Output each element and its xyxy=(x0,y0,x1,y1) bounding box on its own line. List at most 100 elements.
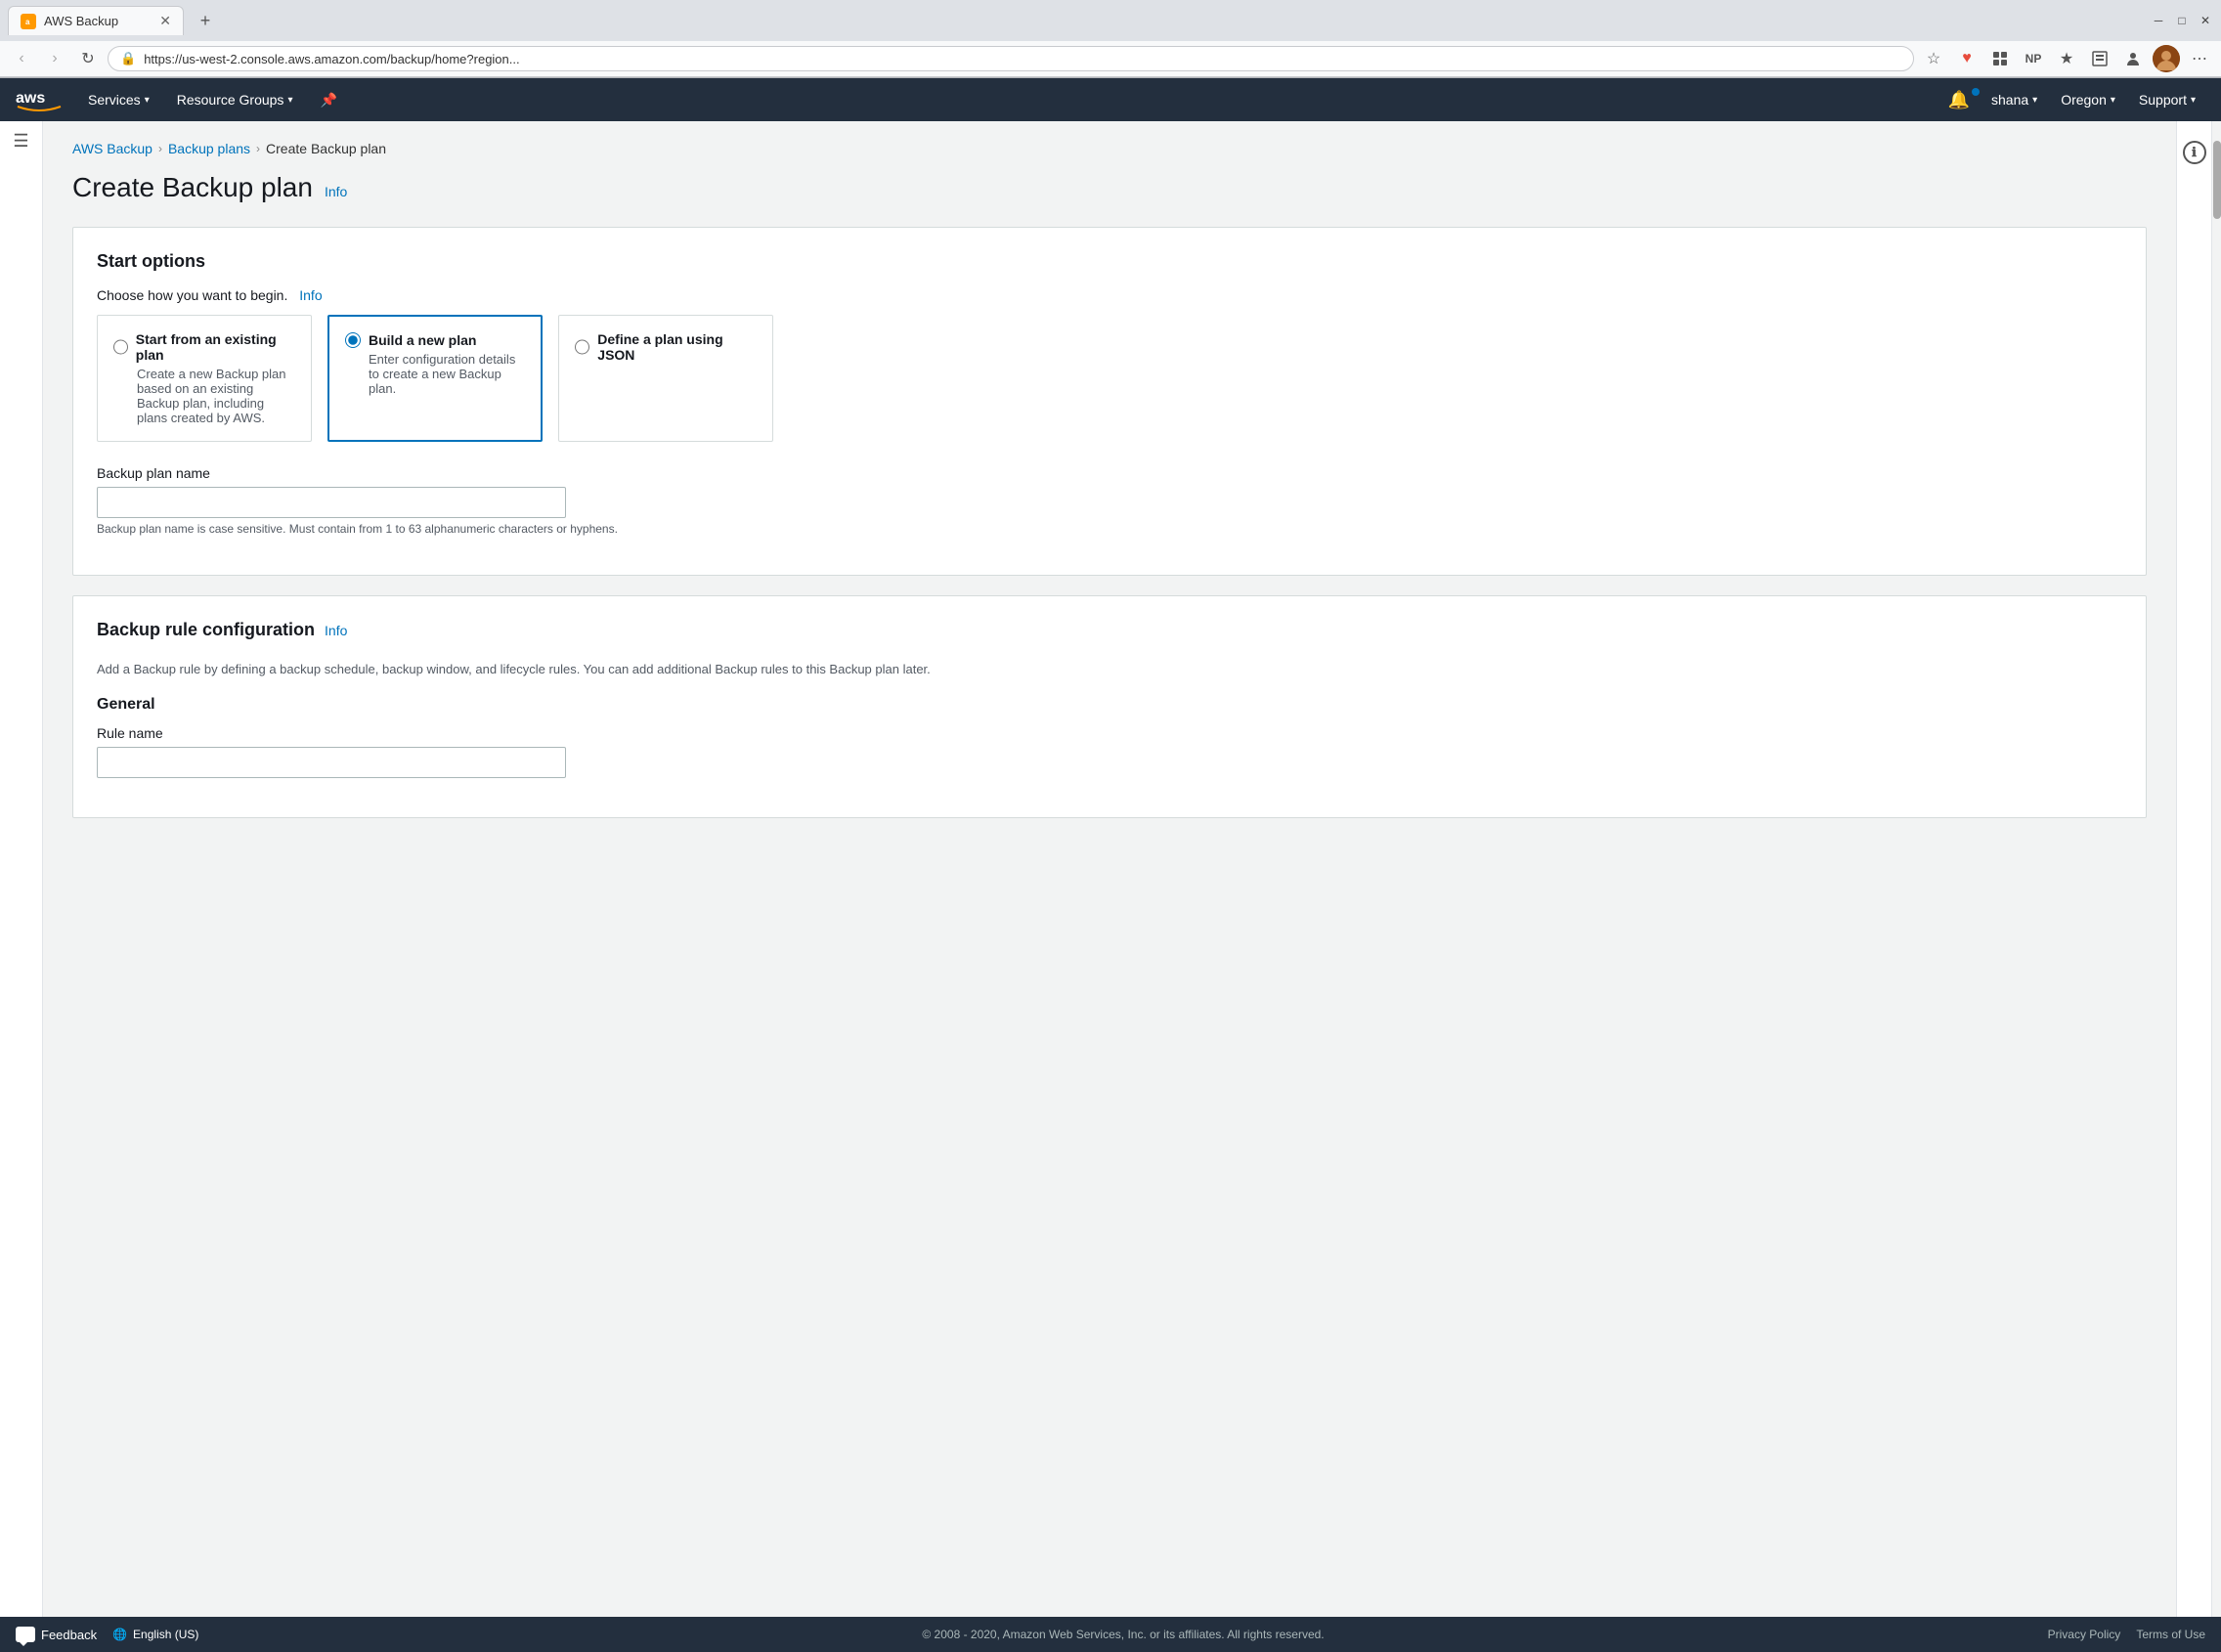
bell-icon: 🔔 xyxy=(1948,90,1970,110)
aws-logo[interactable]: aws xyxy=(16,85,63,114)
page-title-row: Create Backup plan Info xyxy=(72,172,2147,203)
extensions-button[interactable] xyxy=(1986,45,2014,72)
user-avatar[interactable] xyxy=(2153,45,2180,72)
tab-close-button[interactable]: ✕ xyxy=(159,13,171,29)
collections-button[interactable] xyxy=(2086,45,2113,72)
radio-new-desc: Enter configuration details to create a … xyxy=(369,352,525,396)
radio-json-input[interactable] xyxy=(575,339,589,355)
plan-name-hint: Backup plan name is case sensitive. Must… xyxy=(97,522,2122,536)
browser-tab[interactable]: a AWS Backup ✕ xyxy=(8,6,184,35)
nav-support[interactable]: Support ▾ xyxy=(2129,78,2205,121)
new-tab-button[interactable]: + xyxy=(192,7,219,34)
browser-titlebar: a AWS Backup ✕ + ─ □ ✕ xyxy=(0,0,2221,41)
tab-title: AWS Backup xyxy=(44,14,152,28)
choose-info-link[interactable]: Info xyxy=(299,287,322,303)
footer: Feedback 🌐 English (US) © 2008 - 2020, A… xyxy=(0,1617,2221,1652)
scrollbar-thumb[interactable] xyxy=(2213,141,2221,219)
back-button[interactable]: ‹ xyxy=(8,45,35,72)
breadcrumb-current: Create Backup plan xyxy=(266,141,386,156)
page-title: Create Backup plan xyxy=(72,172,313,203)
footer-copyright: © 2008 - 2020, Amazon Web Services, Inc.… xyxy=(198,1628,2047,1641)
favorites-button[interactable]: ★ xyxy=(2053,45,2080,72)
bell-container[interactable]: 🔔 xyxy=(1940,90,1978,110)
sidebar: ☰ xyxy=(0,121,43,1617)
nav-services[interactable]: Services ▾ xyxy=(78,78,159,121)
radio-existing-desc: Create a new Backup plan based on an exi… xyxy=(137,367,295,425)
notification-dot xyxy=(1972,88,1980,96)
browser-actions: ☆ ♥ NP ★ xyxy=(1920,45,2213,72)
general-title: General xyxy=(97,696,2122,714)
main-content: AWS Backup › Backup plans › Create Backu… xyxy=(43,121,2176,1617)
lock-icon: 🔒 xyxy=(120,51,136,66)
nav-pin[interactable]: 📌 xyxy=(310,78,346,121)
page-wrapper: ☰ AWS Backup › Backup plans › Create Bac… xyxy=(0,121,2221,1617)
breadcrumb-sep-1: › xyxy=(158,142,162,155)
radio-existing-plan[interactable]: Start from an existing plan Create a new… xyxy=(97,315,312,442)
browser-chrome: a AWS Backup ✕ + ─ □ ✕ ‹ › ↻ 🔒 ☆ ♥ xyxy=(0,0,2221,78)
support-chevron-icon: ▾ xyxy=(2191,95,2196,106)
breadcrumb-backup-plans[interactable]: Backup plans xyxy=(168,141,250,156)
svg-text:a: a xyxy=(25,18,30,26)
breadcrumb-aws-backup[interactable]: AWS Backup xyxy=(72,141,152,156)
radio-existing-input[interactable] xyxy=(113,339,128,355)
maximize-button[interactable]: □ xyxy=(2174,13,2190,28)
nav-resource-groups[interactable]: Resource Groups ▾ xyxy=(167,78,303,121)
globe-icon: 🌐 xyxy=(112,1628,127,1641)
right-panel: ℹ xyxy=(2176,121,2211,1617)
plan-name-group: Backup plan name Backup plan name is cas… xyxy=(97,465,2122,536)
footer-right: Privacy Policy Terms of Use xyxy=(2048,1628,2205,1641)
scrollbar[interactable] xyxy=(2211,121,2221,1617)
plan-name-input[interactable] xyxy=(97,487,566,518)
plan-name-label: Backup plan name xyxy=(97,465,2122,481)
nav-right: 🔔 shana ▾ Oregon ▾ Support ▾ xyxy=(1940,78,2205,121)
backup-rule-info-link[interactable]: Info xyxy=(325,623,347,638)
nav-user[interactable]: shana ▾ xyxy=(1981,78,2047,121)
radio-new-plan[interactable]: Build a new plan Enter configuration det… xyxy=(327,315,543,442)
start-options-card: Start options Choose how you want to beg… xyxy=(72,227,2147,576)
forward-button[interactable]: › xyxy=(41,45,68,72)
rule-name-input[interactable] xyxy=(97,747,566,778)
breadcrumb: AWS Backup › Backup plans › Create Backu… xyxy=(72,141,2147,156)
footer-left: Feedback 🌐 English (US) xyxy=(16,1627,198,1642)
start-options-title: Start options xyxy=(97,251,2122,272)
feedback-button[interactable]: Feedback xyxy=(16,1627,97,1642)
radio-existing-label: Start from an existing plan xyxy=(136,331,295,363)
radio-json-label: Define a plan using JSON xyxy=(597,331,757,363)
hamburger-menu[interactable]: ☰ xyxy=(13,131,28,152)
page-info-link[interactable]: Info xyxy=(325,184,347,199)
services-chevron-icon: ▾ xyxy=(145,95,150,106)
backup-rule-title: Backup rule configuration xyxy=(97,620,315,640)
backup-rule-card: Backup rule configuration Info Add a Bac… xyxy=(72,595,2147,818)
close-button[interactable]: ✕ xyxy=(2198,13,2213,28)
info-circle-icon[interactable]: ℹ xyxy=(2183,141,2206,164)
tab-favicon: a xyxy=(21,14,36,29)
svg-text:aws: aws xyxy=(16,90,45,107)
nav-region[interactable]: Oregon ▾ xyxy=(2051,78,2125,121)
radio-options: Start from an existing plan Create a new… xyxy=(97,315,2122,442)
radio-json-plan[interactable]: Define a plan using JSON xyxy=(558,315,773,442)
terms-link[interactable]: Terms of Use xyxy=(2136,1628,2205,1641)
backup-rule-desc: Add a Backup rule by defining a backup s… xyxy=(97,662,2122,676)
user-chevron-icon: ▾ xyxy=(2032,95,2037,106)
resource-groups-chevron-icon: ▾ xyxy=(287,95,292,106)
pin-icon: 📌 xyxy=(320,92,336,109)
region-chevron-icon: ▾ xyxy=(2111,95,2115,106)
profile-button[interactable] xyxy=(2119,45,2147,72)
rule-name-group: Rule name xyxy=(97,725,2122,778)
radio-new-label: Build a new plan xyxy=(369,332,476,348)
language-selector[interactable]: 🌐 English (US) xyxy=(112,1628,198,1641)
heart-icon[interactable]: ♥ xyxy=(1953,45,1981,72)
address-bar[interactable]: 🔒 xyxy=(108,46,1914,71)
url-input[interactable] xyxy=(144,52,1901,66)
privacy-link[interactable]: Privacy Policy xyxy=(2048,1628,2121,1641)
breadcrumb-sep-2: › xyxy=(256,142,260,155)
radio-new-input[interactable] xyxy=(345,332,361,348)
rule-name-label: Rule name xyxy=(97,725,2122,741)
minimize-button[interactable]: ─ xyxy=(2151,13,2166,28)
refresh-button[interactable]: ↻ xyxy=(74,45,102,72)
feedback-icon xyxy=(16,1627,35,1642)
aws-nav: aws Services ▾ Resource Groups ▾ 📌 🔔 sha… xyxy=(0,78,2221,121)
menu-button[interactable]: ⋯ xyxy=(2186,45,2213,72)
np-button[interactable]: NP xyxy=(2020,45,2047,72)
star-button[interactable]: ☆ xyxy=(1920,45,1947,72)
